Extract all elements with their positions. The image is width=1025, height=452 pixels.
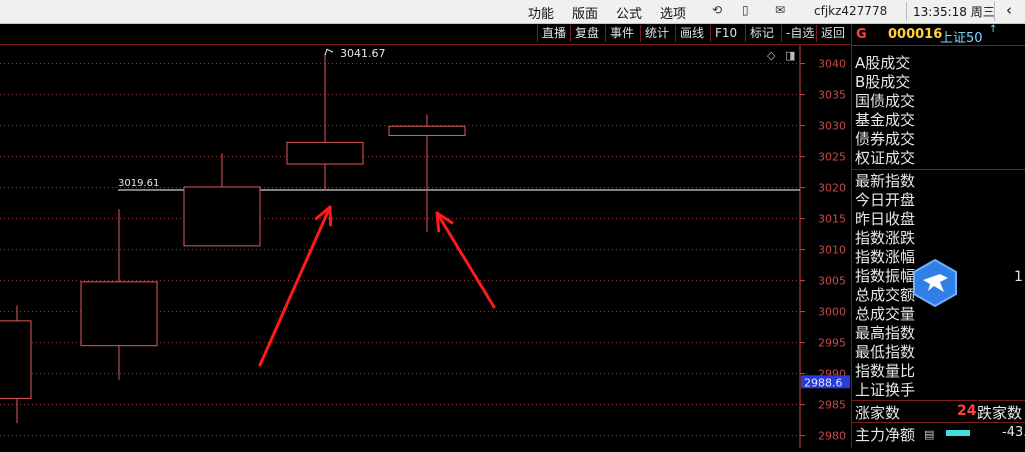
label-open: 今日开盘 xyxy=(855,191,916,209)
tool-events[interactable]: 事件 xyxy=(605,25,638,42)
label-advancers: 涨家数 xyxy=(855,404,901,422)
y-tick-label: 3025 xyxy=(818,151,846,164)
value-cut: 1 xyxy=(1014,269,1023,285)
candle-body xyxy=(183,186,261,247)
label-main-net: 主力净额 xyxy=(855,426,916,444)
candle-body xyxy=(286,141,364,165)
y-tick-label: 3040 xyxy=(818,58,846,71)
divider xyxy=(852,169,1025,170)
y-tick-label: 3010 xyxy=(818,244,846,257)
quote-flag: G xyxy=(856,27,867,42)
label-bond-vol: 债券成交 xyxy=(855,130,916,148)
label-total-volume: 总成交量 xyxy=(855,305,916,323)
label-turnover-rate: 上证换手 xyxy=(855,381,916,399)
menu-function[interactable]: 功能 xyxy=(528,3,554,22)
menu-layout[interactable]: 版面 xyxy=(572,3,598,22)
arrow-up-icon: ↑ xyxy=(989,24,998,35)
separator xyxy=(994,2,995,21)
tool-stats[interactable]: 统计 xyxy=(640,25,673,42)
menu-formula[interactable]: 公式 xyxy=(616,3,642,22)
y-tick-label: 3035 xyxy=(818,89,846,102)
label-warrant-vol: 权证成交 xyxy=(855,149,916,167)
label-b-share-vol: B股成交 xyxy=(855,73,911,91)
user-id[interactable]: cfjkz427778 xyxy=(814,4,887,18)
y-tick-label: 3000 xyxy=(818,306,846,319)
tool-f10[interactable]: F10 xyxy=(710,25,741,42)
label-low: 最低指数 xyxy=(855,343,916,361)
y-tick-label: 3015 xyxy=(818,213,846,226)
chart-svg: 3040 3035 3030 3025 3020 3015 3010 3005 3000 2995… xyxy=(0,45,851,448)
label-high: 最高指数 xyxy=(855,324,916,342)
mail-icon[interactable]: ✉ xyxy=(775,3,785,17)
tool-draw-line[interactable]: 画线 xyxy=(675,25,708,42)
phone-icon[interactable]: ▯ xyxy=(742,3,749,17)
advancers-count: 24 xyxy=(957,403,977,419)
label-decliners: 跌家数 xyxy=(977,404,1023,422)
max-marker xyxy=(324,48,334,56)
arrow-left xyxy=(258,205,332,367)
index-name[interactable]: 上证50 xyxy=(940,27,983,46)
divider xyxy=(852,400,1025,401)
max-annotation-label: 3041.67 xyxy=(340,47,386,60)
tool-live[interactable]: 直播 xyxy=(537,25,570,42)
quote-header: G 000016 上证50 ↑ xyxy=(852,24,1025,46)
candlestick-chart[interactable]: 3040 3035 3030 3025 3020 3015 3010 3005 3000 2995… xyxy=(0,45,851,448)
label-latest-index: 最新指数 xyxy=(855,172,916,190)
current-price-label: 2988.6 xyxy=(804,376,843,389)
label-turnover-amount: 总成交额 xyxy=(855,286,916,304)
label-treasury-vol: 国债成交 xyxy=(855,92,916,110)
quote-panel: G 000016 上证50 ↑ A股成交 B股成交 国债成交 基金成交 债券成交… xyxy=(851,24,1025,448)
label-prev-close: 昨日收盘 xyxy=(855,210,916,228)
reference-line-label: 3019.61 xyxy=(118,178,159,189)
label-volume-ratio: 指数量比 xyxy=(855,362,916,380)
y-tick-label: 2995 xyxy=(818,337,846,350)
y-tick-label: 2985 xyxy=(818,399,846,412)
label-change-pct: 指数涨幅 xyxy=(855,248,916,266)
tool-mark[interactable]: 标记 xyxy=(745,25,778,42)
tool-back[interactable]: 返回 xyxy=(816,25,849,42)
assistant-bird-icon[interactable] xyxy=(910,258,960,308)
label-amplitude: 指数振幅 xyxy=(855,267,916,285)
separator xyxy=(906,2,907,21)
chevron-left-icon[interactable]: ‹ xyxy=(1006,1,1012,19)
label-fund-vol: 基金成交 xyxy=(855,111,916,129)
divider xyxy=(852,422,1025,423)
diamond-icon: ◇ xyxy=(767,49,776,62)
y-tick-label: 2980 xyxy=(818,430,846,443)
menu-options[interactable]: 选项 xyxy=(660,3,686,22)
tool-review[interactable]: 复盘 xyxy=(570,25,603,42)
arrow-right xyxy=(435,211,496,309)
main-net-value: -43. xyxy=(1002,425,1025,440)
top-menu-bar: 功能 版面 公式 选项 ⟲ ▯ ✉ cfjkz427778 13:35:18 周… xyxy=(0,0,1025,24)
y-tick-label: 3030 xyxy=(818,120,846,133)
net-flow-bar xyxy=(946,430,970,436)
candle-body xyxy=(388,125,466,137)
panel-toggle-icon: ◨ xyxy=(785,49,795,62)
candle-body xyxy=(0,320,32,399)
y-tick-label: 3005 xyxy=(818,275,846,288)
candle-body xyxy=(80,281,158,347)
clock: 13:35:18 周三 xyxy=(913,5,995,19)
tool-watchlist[interactable]: -自选 xyxy=(781,25,818,42)
index-code[interactable]: 000016 xyxy=(888,27,942,42)
y-tick-label: 3020 xyxy=(818,182,846,195)
list-icon[interactable]: ▤ xyxy=(924,428,934,441)
chart-toolbar: 直播 复盘 事件 统计 画线 F10 -自选 标记 返回 xyxy=(0,24,850,45)
label-change: 指数涨跌 xyxy=(855,229,916,247)
label-a-share-vol: A股成交 xyxy=(855,54,911,72)
refresh-icon[interactable]: ⟲ xyxy=(712,3,722,17)
